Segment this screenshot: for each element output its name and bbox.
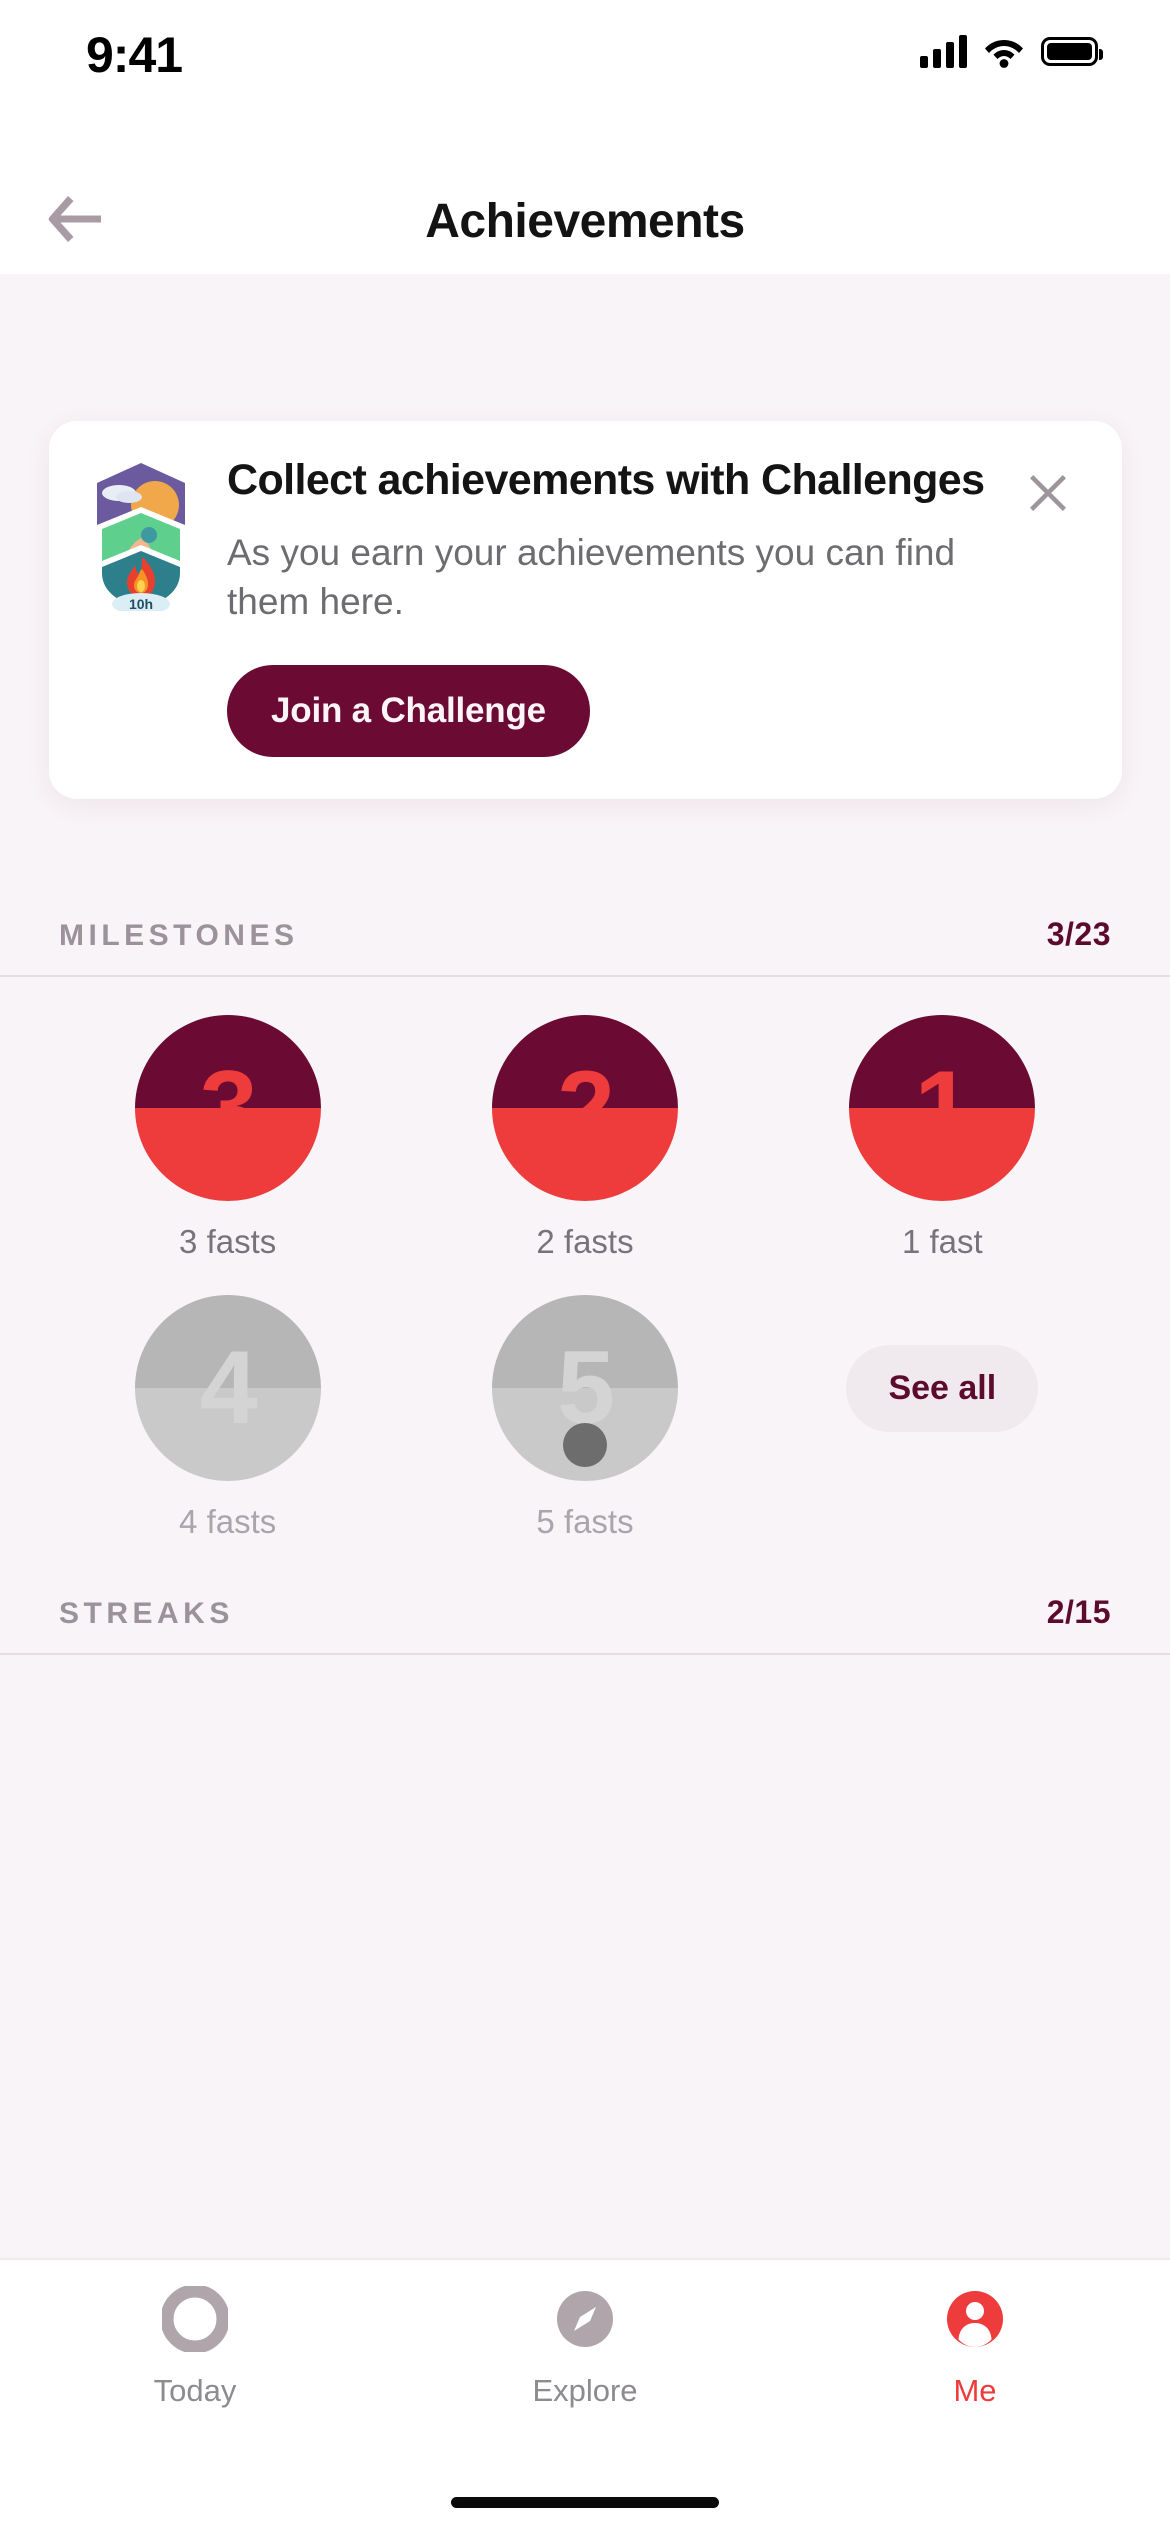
tab-me[interactable]: Me xyxy=(780,2286,1170,2450)
promo-text-block: Collect achievements with Challenges As … xyxy=(227,455,1082,757)
milestone-number: 4 xyxy=(199,1330,258,1446)
milestone-label: 5 fasts xyxy=(536,1503,634,1540)
tab-label-me: Me xyxy=(953,2373,997,2408)
milestone-item[interactable]: 4 4 fasts xyxy=(49,1295,406,1541)
milestone-label: 1 fast xyxy=(901,1223,983,1260)
milestones-count: 3/23 xyxy=(1046,916,1111,952)
navigation-bar: Achievements xyxy=(0,168,1170,274)
status-bar-indicators xyxy=(920,34,1103,68)
progress-dot-icon xyxy=(562,1423,607,1467)
milestone-badge-locked: 5 xyxy=(491,1295,678,1481)
tab-label-today: Today xyxy=(153,2373,237,2408)
milestone-item[interactable]: 2 2 fasts xyxy=(406,1015,763,1261)
challenges-promo-card: 10h Collect achievements with Challenges… xyxy=(49,421,1122,799)
person-icon xyxy=(942,2286,1008,2357)
back-button[interactable] xyxy=(30,182,120,262)
milestone-label: 4 fasts xyxy=(179,1503,277,1540)
milestone-number: 1 xyxy=(914,1050,972,1166)
milestone-item[interactable]: 3 3 fasts xyxy=(49,1015,406,1261)
close-icon[interactable] xyxy=(1020,465,1076,521)
bottom-tab-bar: Today Explore Me xyxy=(0,2258,1170,2532)
milestones-header: MILESTONES 3/23 xyxy=(0,916,1170,977)
promo-title: Collect achievements with Challenges xyxy=(227,456,985,504)
svg-text:10h: 10h xyxy=(129,596,153,611)
milestone-badge: 3 xyxy=(134,1015,321,1201)
scroll-content: 10h Collect achievements with Challenges… xyxy=(0,274,1170,2258)
join-challenge-button[interactable]: Join a Challenge xyxy=(227,664,590,757)
compass-icon xyxy=(552,2286,618,2357)
milestone-item[interactable]: 5 5 fasts xyxy=(406,1295,763,1541)
cellular-bars-icon xyxy=(920,34,967,68)
challenge-badge-icon: 10h xyxy=(89,455,193,616)
streaks-title: STREAKS xyxy=(59,1597,234,1630)
milestone-badge: 2 xyxy=(491,1015,678,1201)
milestone-number: 3 xyxy=(199,1050,258,1166)
see-all-button[interactable]: See all xyxy=(846,1344,1039,1432)
tab-explore[interactable]: Explore xyxy=(390,2286,780,2450)
status-bar-time: 9:41 xyxy=(86,27,183,83)
back-arrow-icon xyxy=(44,192,106,253)
tab-label-explore: Explore xyxy=(532,2373,638,2408)
milestones-grid: 3 3 fasts 2 2 fasts 1 1 fast 4 4 fasts 5… xyxy=(0,977,1170,1575)
milestone-label: 2 fasts xyxy=(536,1223,634,1260)
page-title: Achievements xyxy=(425,194,745,248)
milestone-badge-locked: 4 xyxy=(134,1295,321,1481)
see-all-cell: See all xyxy=(764,1295,1121,1481)
streaks-section: STREAKS 2/15 xyxy=(0,1594,1170,1655)
promo-body: As you earn your achievements you can fi… xyxy=(227,531,956,623)
streaks-count: 2/15 xyxy=(1046,1594,1111,1630)
milestones-section: MILESTONES 3/23 3 3 fasts 2 2 fasts 1 1 … xyxy=(0,916,1170,1575)
milestone-item[interactable]: 1 1 fast xyxy=(764,1015,1121,1261)
battery-full-icon xyxy=(1041,36,1103,66)
streaks-header: STREAKS 2/15 xyxy=(0,1594,1170,1655)
milestone-number: 2 xyxy=(557,1050,615,1166)
status-bar: 9:41 xyxy=(0,0,1170,168)
milestones-title: MILESTONES xyxy=(59,919,299,952)
today-ring-icon xyxy=(160,2284,230,2357)
milestone-label: 3 fasts xyxy=(179,1223,277,1260)
tab-today[interactable]: Today xyxy=(0,2284,390,2450)
milestone-badge: 1 xyxy=(849,1015,1036,1201)
achievements-screen: 9:41 Achievements 10h Collect achievemen… xyxy=(0,0,1170,2532)
home-indicator xyxy=(451,2497,719,2508)
wifi-icon xyxy=(984,35,1024,68)
